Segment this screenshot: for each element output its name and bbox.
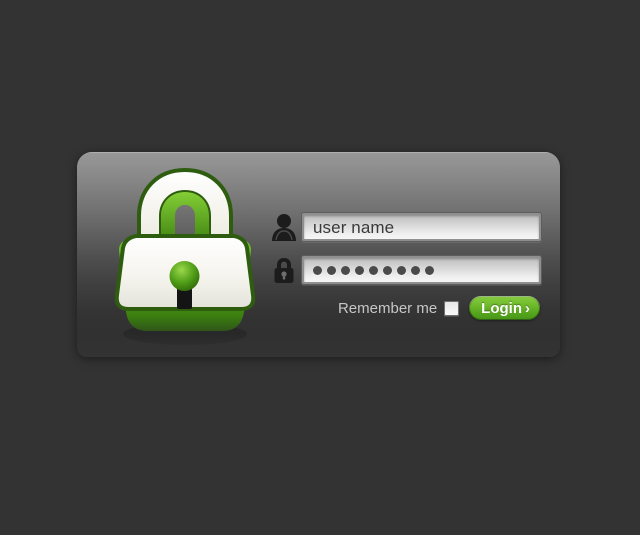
password-dot	[341, 265, 350, 275]
padlock-icon	[105, 164, 265, 349]
password-dot	[383, 265, 392, 275]
chevron-right-icon: ›	[525, 299, 530, 317]
login-button[interactable]: Login ›	[469, 296, 540, 320]
password-input-inner[interactable]	[304, 258, 539, 282]
password-row	[267, 253, 542, 287]
password-dot	[411, 265, 420, 275]
password-dot	[369, 265, 378, 275]
username-row: user name	[267, 210, 542, 244]
user-icon	[267, 211, 301, 243]
password-input[interactable]	[301, 255, 542, 285]
password-masked-value	[313, 265, 434, 275]
actions-row: Remember me Login ›	[267, 296, 542, 320]
username-input[interactable]: user name	[301, 212, 542, 242]
password-dot	[425, 265, 434, 275]
page-background: user name Remember me Login ›	[0, 0, 640, 535]
username-input-inner[interactable]: user name	[304, 215, 539, 239]
lock-icon	[267, 254, 301, 286]
login-form: user name Remember me Login ›	[267, 210, 542, 320]
remember-me-checkbox[interactable]	[444, 300, 460, 316]
username-placeholder: user name	[313, 217, 395, 237]
panel-top-highlight	[77, 152, 560, 153]
remember-me-label: Remember me	[337, 299, 438, 317]
login-panel: user name Remember me Login ›	[77, 152, 560, 357]
login-button-label: Login	[481, 299, 522, 317]
password-dot	[397, 265, 406, 275]
password-dot	[355, 265, 364, 275]
password-dot	[327, 265, 336, 275]
password-dot	[313, 265, 322, 275]
